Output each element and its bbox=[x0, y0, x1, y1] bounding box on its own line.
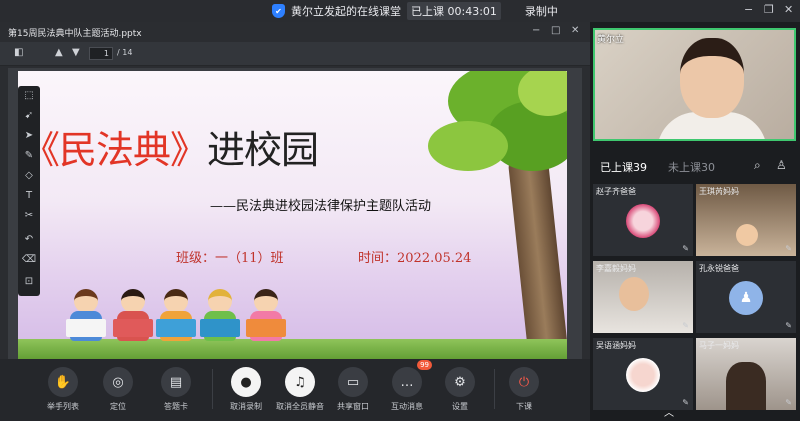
child-hair bbox=[726, 362, 766, 410]
location-icon: ◎ bbox=[103, 367, 133, 397]
document-tab: 第15周民法典中队主题活动.pptx − □ ✕ bbox=[0, 22, 590, 42]
tab-attended[interactable]: 已上课39 bbox=[600, 159, 647, 175]
mic-muted-icon: ✎ bbox=[785, 244, 792, 253]
minimize-icon[interactable]: − bbox=[744, 3, 753, 16]
class-status: 已上课 bbox=[411, 5, 444, 18]
end-class-button[interactable]: ⏻ 下课 bbox=[496, 367, 552, 412]
text-icon[interactable]: T bbox=[18, 190, 40, 201]
slide: 《民法典》进校园 ——民法典进校园法律保护主题队活动 班级：一（11）班 时间：… bbox=[18, 71, 567, 361]
shape-icon[interactable]: ◇ bbox=[18, 170, 40, 181]
avatar bbox=[626, 358, 660, 392]
annotation-toolbar: ⬚ ➹ ➤ ✎ ◇ T ✂ ↶ ⌫ ⊡ bbox=[18, 86, 40, 296]
student-tile[interactable]: 孔永锐爸爸 ♟ ✎ bbox=[696, 261, 796, 333]
laser-icon[interactable]: ➹ bbox=[18, 110, 40, 121]
child-reading-illustration bbox=[246, 289, 286, 347]
page-down-icon[interactable]: ▼ bbox=[72, 47, 80, 58]
session-title: 黄尔立发起的在线课堂 bbox=[291, 5, 401, 18]
teacher-name: 黄尔立 bbox=[597, 35, 625, 45]
child-reading-illustration bbox=[113, 289, 153, 347]
child-face bbox=[619, 277, 649, 311]
default-avatar-icon: ♟ bbox=[729, 281, 763, 315]
child-reading-illustration bbox=[156, 289, 196, 347]
doc-close-icon[interactable]: ✕ bbox=[571, 25, 579, 36]
message-count-badge: 99 bbox=[417, 360, 432, 370]
session-info: ✔ 黄尔立发起的在线课堂 已上课 00:43:01 录制中 bbox=[272, 2, 558, 20]
page-total: / 14 bbox=[117, 48, 133, 57]
user-icon[interactable]: ♙ bbox=[776, 158, 787, 172]
mic-muted-icon: ✎ bbox=[682, 398, 689, 407]
attendance-tabs: 已上课39 未上课30 ⌕ ♙ bbox=[590, 156, 800, 178]
share-window-button[interactable]: ▭ 共享窗口 bbox=[325, 367, 381, 412]
slide-subtitle: ——民法典进校园法律保护主题队活动 bbox=[210, 199, 432, 214]
mic-muted-icon: ✎ bbox=[682, 244, 689, 253]
unmute-all-button[interactable]: ♫ 取消全员静音 bbox=[272, 367, 328, 412]
answer-card-icon: ▤ bbox=[161, 367, 191, 397]
document-filename: 第15周民法典中队主题活动.pptx bbox=[8, 29, 142, 39]
slide-class-label: 班级：一（11）班 bbox=[176, 251, 284, 266]
pointer-icon[interactable]: ➤ bbox=[18, 130, 40, 141]
tab-absent[interactable]: 未上课30 bbox=[668, 159, 715, 175]
shield-icon: ✔ bbox=[272, 4, 285, 18]
doc-maximize-icon[interactable]: □ bbox=[551, 25, 560, 36]
slide-viewport: 《民法典》进校园 ——民法典进校园法律保护主题队活动 班级：一（11）班 时间：… bbox=[8, 68, 582, 364]
divider bbox=[212, 369, 213, 409]
slide-time-label: 时间：2022.05.24 bbox=[358, 251, 472, 266]
hand-icon: ✋ bbox=[48, 367, 78, 397]
screen-share-icon: ▭ bbox=[338, 367, 368, 397]
child-face bbox=[736, 224, 758, 246]
interactive-messages-button[interactable]: … 99 互动消息 bbox=[379, 360, 435, 412]
student-tile[interactable]: 王琪芮妈妈 ✎ bbox=[696, 184, 796, 256]
child-reading-illustration bbox=[66, 289, 106, 347]
select-icon[interactable]: ⬚ bbox=[18, 90, 40, 101]
participants-panel: 黄尔立 已上课39 未上课30 ⌕ ♙ 赵子齐爸爸 ✎ 王琪芮妈妈 ✎ 李嘉毅妈… bbox=[590, 22, 800, 421]
avatar bbox=[626, 204, 660, 238]
page-up-icon[interactable]: ▲ bbox=[55, 47, 63, 58]
slide-title-black: 进校园 bbox=[207, 128, 319, 172]
tree-foliage bbox=[428, 121, 508, 171]
control-bar: ✋ 举手列表 ◎ 定位 ▤ 答题卡 ● 取消录制 ♫ 取消全员静音 ▭ 共享窗口 … 99 互动… bbox=[0, 359, 590, 421]
mic-muted-icon: ✎ bbox=[785, 398, 792, 407]
chevron-up-icon[interactable]: ︿ bbox=[664, 404, 674, 419]
pen-icon[interactable]: ✎ bbox=[18, 150, 40, 161]
page-number-input[interactable]: 1 bbox=[89, 47, 113, 60]
undo-icon[interactable]: ↶ bbox=[18, 234, 40, 245]
teacher-video[interactable]: 黄尔立 bbox=[593, 28, 796, 141]
student-tile[interactable]: 马子一妈妈 ✎ bbox=[696, 338, 796, 410]
stop-recording-button[interactable]: ● 取消录制 bbox=[218, 367, 274, 412]
slide-title: 《民法典》进校园 bbox=[22, 119, 319, 174]
doc-minimize-icon[interactable]: − bbox=[532, 25, 540, 36]
slide-title-red: 《民法典》 bbox=[22, 128, 208, 172]
class-timer: 00:43:01 bbox=[447, 5, 497, 18]
student-tile[interactable]: 赵子齐爸爸 ✎ bbox=[593, 184, 693, 256]
record-icon: ● bbox=[231, 367, 261, 397]
clear-icon[interactable]: ⊡ bbox=[18, 276, 40, 287]
power-icon: ⏻ bbox=[509, 367, 539, 397]
class-status-timer: 已上课 00:43:01 bbox=[407, 2, 501, 20]
student-tile[interactable]: 吴语涵妈妈 ✎ bbox=[593, 338, 693, 410]
recording-status: 录制中 bbox=[524, 5, 558, 18]
eraser-icon[interactable]: ⌫ bbox=[18, 254, 40, 265]
mic-muted-icon: ✎ bbox=[682, 321, 689, 330]
teacher-face bbox=[680, 38, 744, 118]
settings-button[interactable]: ⚙ 设置 bbox=[432, 367, 488, 412]
locate-button[interactable]: ◎ 定位 bbox=[90, 367, 146, 412]
document-toolbar: ◧ ▲ ▼ 1 / 14 bbox=[0, 42, 590, 66]
scissors-icon[interactable]: ✂ bbox=[18, 210, 40, 221]
close-icon[interactable]: ✕ bbox=[784, 3, 793, 16]
answer-card-button[interactable]: ▤ 答题卡 bbox=[148, 367, 204, 412]
child-reading-illustration bbox=[200, 289, 240, 347]
chat-icon: … 99 bbox=[392, 360, 432, 397]
divider bbox=[494, 369, 495, 409]
mic-muted-icon: ✎ bbox=[785, 321, 792, 330]
student-tile[interactable]: 李嘉毅妈妈 ✎ bbox=[593, 261, 693, 333]
tree-trunk bbox=[507, 154, 567, 358]
title-bar: ✔ 黄尔立发起的在线课堂 已上课 00:43:01 录制中 − ❐ ✕ bbox=[0, 0, 800, 22]
search-icon[interactable]: ⌕ bbox=[754, 158, 761, 173]
gear-icon: ⚙ bbox=[445, 367, 475, 397]
hand-raise-list-button[interactable]: ✋ 举手列表 bbox=[35, 367, 91, 412]
sidebar-toggle-icon[interactable]: ◧ bbox=[14, 47, 23, 58]
audio-icon: ♫ bbox=[285, 367, 315, 397]
restore-icon[interactable]: ❐ bbox=[764, 3, 774, 16]
